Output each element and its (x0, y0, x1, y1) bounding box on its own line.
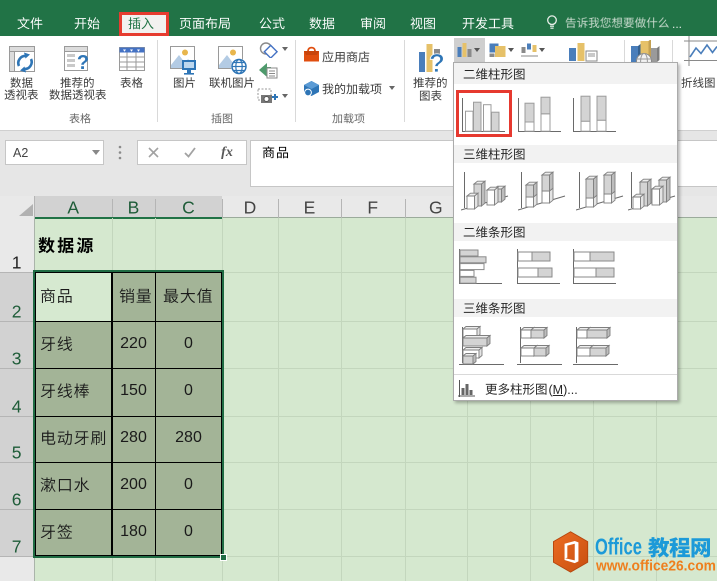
svg-text:?: ? (77, 52, 89, 74)
svg-text:?: ? (429, 48, 445, 75)
